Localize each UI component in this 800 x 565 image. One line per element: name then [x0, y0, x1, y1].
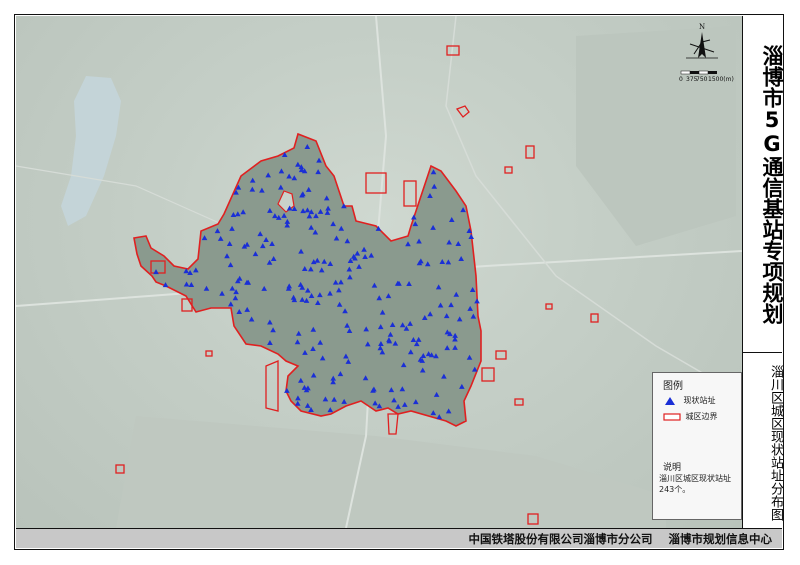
map-svg — [16, 16, 742, 528]
compass-icon: N — [686, 23, 718, 59]
legend-item-site: 现状站址 — [663, 395, 716, 406]
map-subtitle: 淄川区城区现状站址分布图 — [768, 365, 783, 521]
boundary-patch — [590, 313, 599, 323]
legend-description: 淄川区城区现状站址243个。 — [659, 474, 731, 494]
title-divider — [743, 352, 782, 353]
north-arrow: N — [672, 20, 732, 90]
map-title: 淄博市5G通信基站专项规划 — [760, 44, 784, 324]
red-boundary-icon — [663, 412, 681, 421]
urban-district-boundary — [133, 132, 482, 427]
boundary-patch — [525, 145, 535, 159]
legend-panel: 图例 现状站址 城区边界 说明 淄川区城区现状站址243个。 — [652, 372, 742, 520]
boundary-patch — [455, 105, 470, 118]
terrain-south — [116, 416, 666, 528]
legend-item-label: 城区边界 — [685, 412, 718, 421]
boundary-patch — [205, 350, 213, 357]
legend-title: 图例 — [663, 381, 683, 392]
footer-bar: 中国铁塔股份有限公司淄博市分公司 淄博市规划信息中心 — [16, 528, 782, 548]
map-canvas: 0 375 750 1500(m) — [16, 16, 742, 528]
boundary-patch — [495, 350, 507, 360]
title-panel: 淄博市5G通信基站专项规划 淄川区城区现状站址分布图 — [742, 16, 784, 528]
legend-description-title: 说明 — [663, 463, 682, 473]
reservoir-water — [61, 76, 121, 226]
road-west — [16, 165, 227, 227]
legend-item-label: 现状站址 — [683, 396, 716, 405]
boundary-patch — [265, 360, 279, 412]
boundary-patch — [504, 166, 513, 174]
legend-item-boundary: 城区边界 — [663, 411, 718, 422]
boundary-patch — [545, 303, 553, 310]
boundary-patch — [387, 413, 399, 435]
footer-credits: 中国铁塔股份有限公司淄博市分公司 淄博市规划信息中心 — [468, 532, 772, 546]
blue-triangle-icon — [665, 396, 675, 405]
boundary-patch — [481, 367, 495, 382]
boundary-patch — [514, 398, 524, 406]
boundary-patch — [403, 180, 417, 207]
boundary-patch — [115, 464, 125, 474]
north-label: N — [699, 23, 705, 31]
